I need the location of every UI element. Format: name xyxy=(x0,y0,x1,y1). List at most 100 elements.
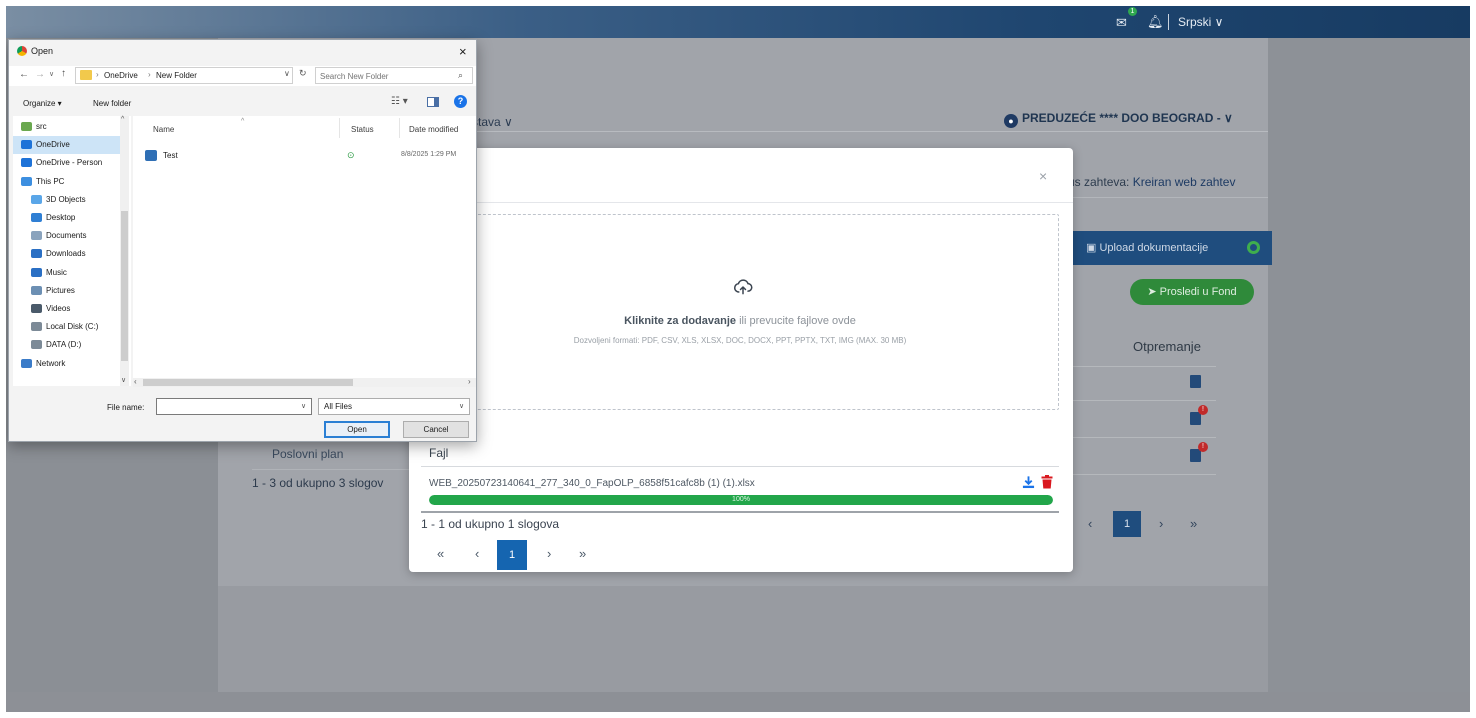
nav-pane-item-data-d[interactable]: DATA (D:) xyxy=(13,336,121,354)
address-bar[interactable]: › OneDrive › New Folder xyxy=(75,67,293,84)
forward-arrow-icon[interactable]: → xyxy=(35,69,45,80)
disk-icon xyxy=(31,322,42,332)
nav-pane-item-downloads[interactable]: Downloads xyxy=(13,245,121,263)
search-field[interactable]: ⌕ xyxy=(315,67,473,84)
search-input[interactable] xyxy=(320,70,450,82)
close-icon[interactable]: × xyxy=(459,44,467,59)
first-page-button[interactable]: « xyxy=(437,546,444,561)
column-header-name[interactable]: Name xyxy=(153,125,174,134)
company-selector[interactable]: ● PREDUZEĆE **** DOO BEOGRAD - ∨ xyxy=(1004,111,1233,128)
breadcrumb-onedrive[interactable]: OneDrive xyxy=(104,71,138,80)
table-row-divider xyxy=(421,511,1059,513)
file-row[interactable]: Test ⊙ 8/8/2025 1:29 PM xyxy=(143,148,476,164)
new-folder-button[interactable]: New folder xyxy=(93,99,131,108)
nav-pane-item-label: Local Disk (C:) xyxy=(46,322,99,332)
onedrive-icon xyxy=(21,140,32,150)
scroll-down-icon[interactable]: ∨ xyxy=(121,376,126,384)
scroll-right-icon[interactable]: › xyxy=(468,377,471,386)
last-page-button[interactable]: » xyxy=(579,546,586,561)
table-row-divider xyxy=(252,469,422,470)
file-type-filter[interactable]: All Files ∨ xyxy=(318,398,470,415)
nav-pane-item-pictures[interactable]: Pictures xyxy=(13,282,121,300)
file-date-modified: 8/8/2025 1:29 PM xyxy=(401,151,457,158)
nav-pane-item-src[interactable]: src xyxy=(13,118,121,136)
tab-upload-documentation[interactable]: ▣ Upload dokumentacije xyxy=(1072,231,1272,265)
status-dot-icon xyxy=(1247,241,1260,254)
dropzone-instructions: Kliknite za dodavanje ili prevucite fajl… xyxy=(422,315,1058,327)
nav-pane-item-onedrive[interactable]: OneDrive xyxy=(13,136,121,155)
help-icon[interactable]: ? xyxy=(454,95,467,108)
navigation-scrollbar[interactable]: ^ ∨ xyxy=(120,116,129,386)
notification-badge: 1 xyxy=(1128,7,1137,16)
scroll-up-icon[interactable]: ^ xyxy=(121,116,124,123)
recent-locations-icon[interactable]: ∨ xyxy=(49,70,54,78)
language-selector[interactable]: Srpski ∨ xyxy=(1178,15,1223,29)
cancel-button[interactable]: Cancel xyxy=(403,421,469,438)
mail-icon[interactable]: ✉ xyxy=(1116,15,1127,31)
preview-pane-icon[interactable] xyxy=(427,97,439,107)
button-label: Prosledi u Fond xyxy=(1159,286,1237,298)
view-options-icon[interactable]: ☷ ▾ xyxy=(391,96,408,107)
upload-file-icon[interactable] xyxy=(1190,375,1201,388)
background-decoration xyxy=(1268,38,1470,692)
page-button-current[interactable]: 1 xyxy=(497,540,527,570)
address-dropdown-icon[interactable]: ∨ xyxy=(284,69,290,78)
dialog-title-bar: Open xyxy=(17,46,53,60)
scroll-left-icon[interactable]: ‹ xyxy=(134,377,137,386)
prev-page-button[interactable]: ‹ xyxy=(475,546,479,561)
nav-pane-item-label: src xyxy=(36,122,47,131)
forward-to-fund-button[interactable]: ➤ Prosledi u Fond xyxy=(1130,279,1254,305)
computer-icon xyxy=(21,176,32,186)
send-icon: ➤ xyxy=(1147,286,1160,298)
nav-pane-item-desktop[interactable]: Desktop xyxy=(13,209,121,227)
nav-pane-item-3d-objects[interactable]: 3D Objects xyxy=(13,191,121,209)
scroll-thumb[interactable] xyxy=(121,211,128,361)
column-header-file: Fajl xyxy=(429,446,449,460)
page-button-current[interactable]: 1 xyxy=(1113,511,1141,537)
nav-pane-item-videos[interactable]: Videos xyxy=(13,300,121,318)
chevron-down-icon[interactable]: ∨ xyxy=(301,402,306,410)
table-row-divider xyxy=(1068,400,1216,401)
organize-button[interactable]: Organize ▾ xyxy=(23,99,62,108)
next-page-button[interactable]: › xyxy=(1159,516,1163,531)
disk-icon xyxy=(31,340,42,350)
last-page-button[interactable]: » xyxy=(1190,516,1197,531)
onedrive-icon xyxy=(21,158,32,168)
horizontal-scrollbar[interactable]: ‹ › xyxy=(133,377,476,387)
nav-pane-item-this-pc[interactable]: This PC xyxy=(13,173,121,191)
nav-pane-item-music[interactable]: Music xyxy=(13,264,121,282)
trash-icon[interactable] xyxy=(1041,475,1053,489)
download-icon[interactable] xyxy=(1022,475,1035,489)
status-label: us zahteva: xyxy=(1068,175,1130,189)
nav-pane-item-documents[interactable]: Documents xyxy=(13,227,121,245)
chevron-down-icon: ∨ xyxy=(459,403,465,410)
dropzone-click-label: Kliknite za dodavanje xyxy=(624,315,737,327)
file-name-input[interactable] xyxy=(160,401,295,413)
nav-pane-item-label: OneDrive xyxy=(36,140,70,150)
scroll-thumb[interactable] xyxy=(143,379,353,386)
nav-pane-item-onedrive-person[interactable]: OneDrive - Person xyxy=(13,154,121,172)
breadcrumb-new-folder[interactable]: New Folder xyxy=(156,71,197,80)
file-dropzone[interactable]: Kliknite za dodavanje ili prevucite fajl… xyxy=(421,214,1059,410)
column-header-status[interactable]: Status xyxy=(351,125,374,134)
next-page-button[interactable]: › xyxy=(547,546,551,561)
back-arrow-icon[interactable]: ← xyxy=(19,69,29,80)
nav-pane-item-label: Videos xyxy=(46,304,71,313)
nav-menu-item[interactable]: stava ∨ xyxy=(472,115,513,129)
bell-icon[interactable]: 🔔︎ xyxy=(1147,14,1164,30)
refresh-icon[interactable]: ↻ xyxy=(299,68,307,79)
column-header-date-modified[interactable]: Date modified xyxy=(409,125,458,134)
up-arrow-icon[interactable]: ↑ xyxy=(61,68,66,79)
nav-pane-item-local-disk-c[interactable]: Local Disk (C:) xyxy=(13,318,121,336)
prev-page-button[interactable]: ‹ xyxy=(1088,516,1092,531)
nav-pane-item-label: Network xyxy=(36,358,66,368)
file-list: Name ^ Status Date modified Test ⊙ 8/8/2… xyxy=(133,116,476,378)
column-divider xyxy=(399,118,400,138)
close-icon[interactable]: × xyxy=(1039,168,1047,184)
upload-doc-icon: ▣ xyxy=(1086,242,1100,254)
open-button[interactable]: Open xyxy=(324,421,390,438)
file-name: Test xyxy=(163,151,178,160)
nav-pane-item-network[interactable]: Network xyxy=(13,355,121,373)
nav-pane-item-label: Pictures xyxy=(46,285,75,295)
file-name-combobox[interactable]: ∨ xyxy=(156,398,312,415)
